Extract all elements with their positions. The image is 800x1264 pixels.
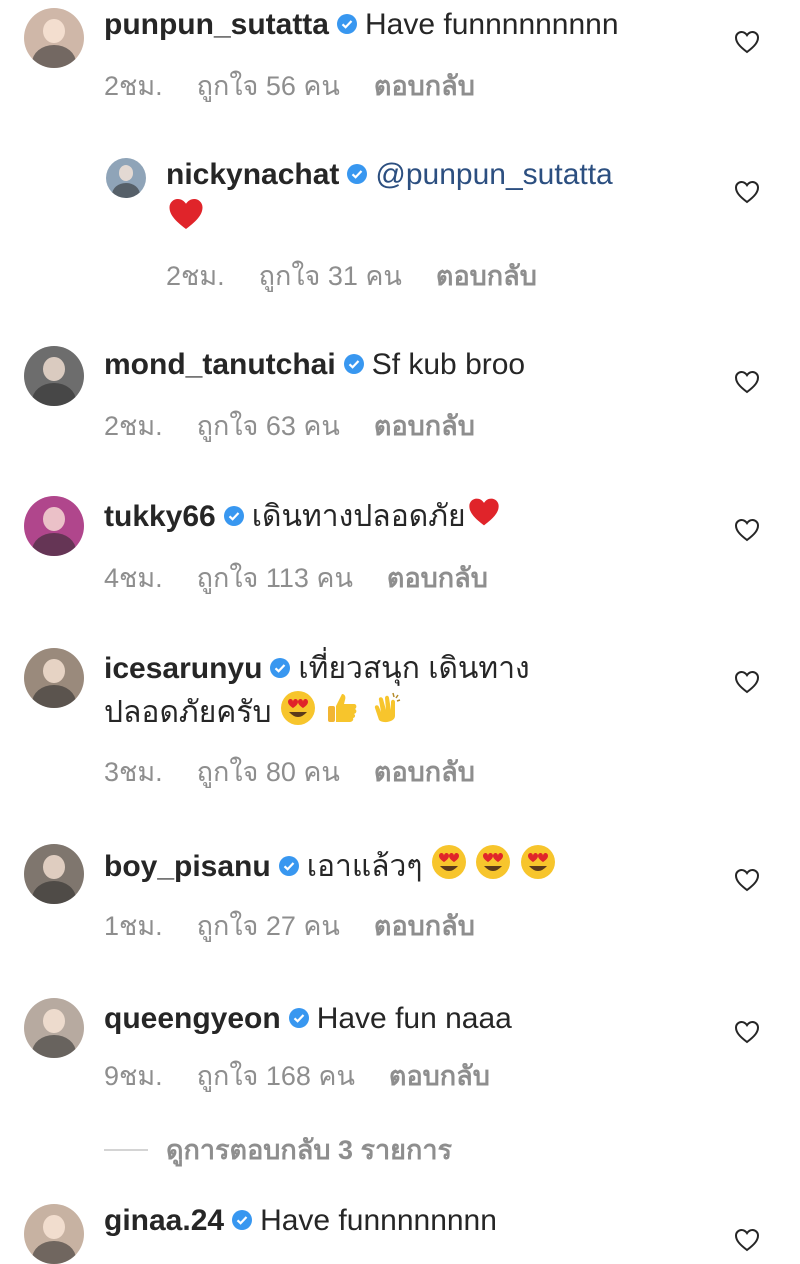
- comment-body: boy_pisanu เอาแล้วๆ: [104, 844, 720, 892]
- comment-meta: 2ชม. ถูกใจ 63 คน ตอบกลับ: [104, 404, 509, 447]
- comment-meta: 1ชม. ถูกใจ 27 คน ตอบกลับ: [104, 904, 509, 947]
- comment-body: punpun_sutatta Have funnnnnnnnn: [104, 4, 720, 46]
- username[interactable]: icesarunyu: [104, 652, 262, 685]
- comment-likes[interactable]: ถูกใจ 56 คน: [197, 71, 340, 101]
- comment-time: 4ชม.: [104, 563, 163, 593]
- username[interactable]: tukky66: [104, 500, 216, 533]
- avatar[interactable]: [106, 158, 146, 198]
- comment-likes[interactable]: ถูกใจ 31 คน: [259, 261, 402, 291]
- view-replies-button[interactable]: ดูการตอบกลับ 3 รายการ: [104, 1128, 452, 1171]
- comment-body: tukky66 เดินทางปลอดภัย: [104, 496, 720, 540]
- avatar[interactable]: [24, 844, 84, 904]
- verified-badge-icon: [223, 506, 244, 527]
- comment-likes[interactable]: ถูกใจ 168 คน: [197, 1061, 355, 1091]
- heart-eyes-emoji-icon: [280, 690, 316, 738]
- comment-meta: 9ชม. ถูกใจ 168 คน ตอบกลับ: [104, 1054, 524, 1097]
- comment-text: เดินทางปลอดภัย: [251, 500, 466, 533]
- comment-meta: 2ชม. ถูกใจ 56 คน ตอบกลับ: [104, 64, 509, 107]
- comment-likes[interactable]: ถูกใจ 63 คน: [197, 411, 340, 441]
- avatar[interactable]: [24, 648, 84, 708]
- username[interactable]: queengyeon: [104, 1002, 281, 1035]
- mention-link[interactable]: @punpun_sutatta: [375, 158, 612, 191]
- comment-time: 2ชม.: [166, 261, 225, 291]
- comment-time: 9ชม.: [104, 1061, 163, 1091]
- like-heart-icon[interactable]: [734, 1228, 760, 1252]
- reply-button[interactable]: ตอบกลับ: [436, 261, 537, 291]
- reply-button[interactable]: ตอบกลับ: [387, 563, 488, 593]
- verified-badge-icon: [270, 658, 291, 679]
- username[interactable]: mond_tanutchai: [104, 348, 336, 381]
- comment-time: 2ชม.: [104, 411, 163, 441]
- comment-meta: 2ชม. ถูกใจ 31 คน ตอบกลับ: [166, 254, 571, 297]
- reply-button[interactable]: ตอบกลับ: [374, 911, 475, 941]
- reply-button[interactable]: ตอบกลับ: [374, 71, 475, 101]
- like-heart-icon[interactable]: [734, 30, 760, 54]
- comment-body: nickynachat @punpun_sutatta: [166, 154, 720, 244]
- like-heart-icon[interactable]: [734, 1020, 760, 1044]
- comment-body: mond_tanutchai Sf kub broo: [104, 344, 720, 386]
- red-heart-emoji-icon: [466, 496, 502, 540]
- red-heart-emoji-icon: [166, 196, 206, 244]
- comment-time: 1ชม.: [104, 911, 163, 941]
- reply-button[interactable]: ตอบกลับ: [374, 411, 475, 441]
- username[interactable]: punpun_sutatta: [104, 8, 329, 41]
- like-heart-icon[interactable]: [734, 370, 760, 394]
- like-heart-icon[interactable]: [734, 868, 760, 892]
- verified-badge-icon: [232, 1210, 253, 1231]
- comment-text: Have fun naaa: [316, 1002, 512, 1035]
- like-heart-icon[interactable]: [734, 180, 760, 204]
- comment-text: เที่ยวสนุก เดินทาง: [298, 652, 530, 685]
- like-heart-icon[interactable]: [734, 670, 760, 694]
- thumbs-up-emoji-icon: [324, 690, 360, 738]
- avatar[interactable]: [24, 496, 84, 556]
- reply-button[interactable]: ตอบกลับ: [389, 1061, 490, 1091]
- verified-badge-icon: [288, 1008, 309, 1029]
- avatar[interactable]: [24, 998, 84, 1058]
- username[interactable]: ginaa.24: [104, 1204, 224, 1237]
- avatar[interactable]: [24, 1204, 84, 1264]
- comment-meta: 3ชม. ถูกใจ 80 คน ตอบกลับ: [104, 750, 509, 793]
- divider: [104, 1148, 148, 1151]
- avatar[interactable]: [24, 8, 84, 68]
- comment-likes[interactable]: ถูกใจ 27 คน: [197, 911, 340, 941]
- username[interactable]: nickynachat: [166, 158, 339, 191]
- comment-time: 2ชม.: [104, 71, 163, 101]
- verified-badge-icon: [347, 164, 368, 185]
- comment-body: icesarunyu เที่ยวสนุก เดินทาง ปลอดภัยครับ: [104, 648, 720, 738]
- verified-badge-icon: [278, 856, 299, 876]
- comment-body: ginaa.24 Have funnnnnnnn: [104, 1200, 720, 1242]
- comment-likes[interactable]: ถูกใจ 80 คน: [197, 757, 340, 787]
- comment-text: เอาแล้วๆ: [306, 849, 423, 883]
- comment-time: 3ชม.: [104, 757, 163, 787]
- comment-text: Have funnnnnnnnn: [365, 8, 619, 41]
- heart-eyes-emoji-icon: [475, 844, 511, 892]
- comment-text: Have funnnnnnnn: [260, 1204, 497, 1237]
- avatar[interactable]: [24, 346, 84, 406]
- verified-badge-icon: [343, 354, 364, 375]
- comment-meta: 4ชม. ถูกใจ 113 คน ตอบกลับ: [104, 556, 522, 599]
- view-replies-label: ดูการตอบกลับ 3 รายการ: [166, 1135, 452, 1165]
- clapping-hands-emoji-icon: [369, 690, 405, 738]
- reply-button[interactable]: ตอบกลับ: [374, 757, 475, 787]
- comment-text: Sf kub broo: [371, 348, 526, 381]
- comment-likes[interactable]: ถูกใจ 113 คน: [197, 563, 353, 593]
- comment-text-line-2: ปลอดภัยครับ: [104, 695, 272, 729]
- heart-eyes-emoji-icon: [431, 844, 467, 892]
- comment-body: queengyeon Have fun naaa: [104, 998, 720, 1040]
- heart-eyes-emoji-icon: [520, 844, 556, 892]
- username[interactable]: boy_pisanu: [104, 850, 271, 883]
- verified-badge-icon: [337, 14, 357, 35]
- like-heart-icon[interactable]: [734, 518, 760, 542]
